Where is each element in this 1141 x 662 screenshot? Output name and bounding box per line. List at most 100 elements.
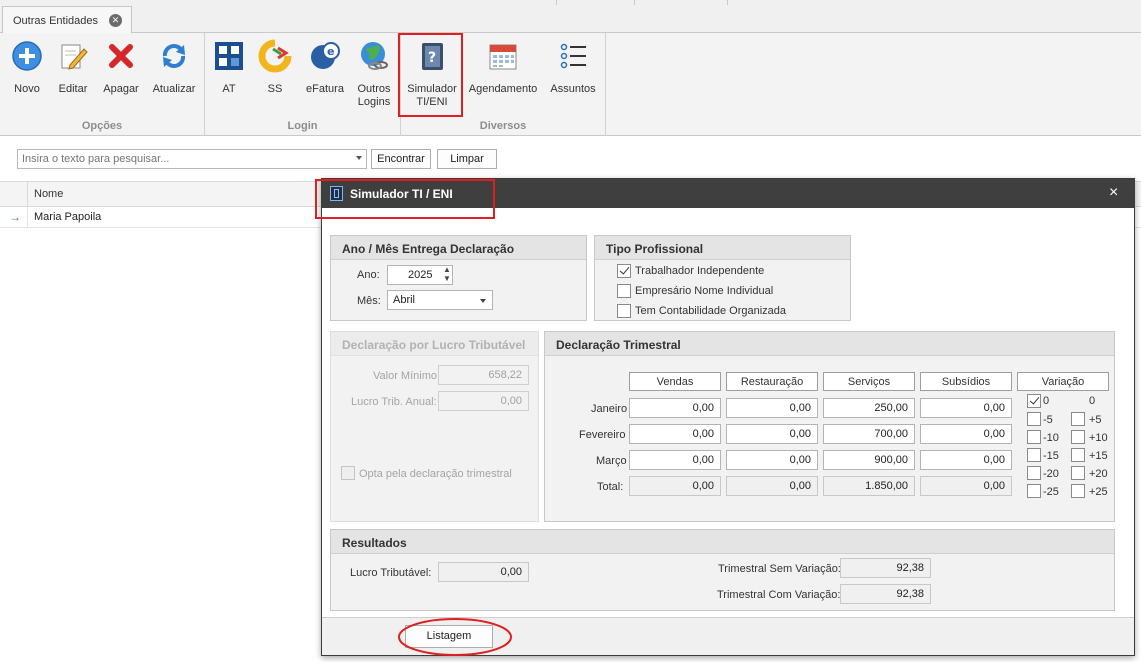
variacao-label: -5 (1043, 414, 1053, 426)
row-label-janeiro: Janeiro (591, 403, 628, 415)
panel-title: Resultados (331, 530, 1114, 554)
panel-title: Declaração Trimestral (545, 332, 1114, 356)
assuntos-button[interactable]: Assuntos (547, 39, 599, 96)
agendamento-button[interactable]: Agendamento (467, 39, 539, 96)
sem-variacao-value: 92,38 (840, 558, 931, 578)
checkbox-variacao-0[interactable] (1027, 394, 1041, 408)
ribbon-group-opcoes: Novo Editar Apagar Atualizar Opções (0, 33, 205, 136)
svg-text:e: e (327, 45, 334, 58)
janeiro-restauracao-input[interactable]: 0,00 (726, 398, 818, 418)
checkbox-variacao-plus20[interactable] (1071, 466, 1085, 480)
option-label: Trabalhador Independente (635, 265, 765, 277)
checkbox-variacao-minus5[interactable] (1027, 412, 1041, 426)
mes-label: Mês: (357, 295, 381, 307)
variacao-label: -10 (1043, 432, 1059, 444)
limpar-button[interactable]: Limpar (437, 149, 497, 169)
com-variacao-label: Trimestral Com Variação: (717, 589, 841, 601)
marco-servicos-input[interactable]: 900,00 (823, 450, 915, 470)
search-box[interactable] (17, 149, 367, 169)
ano-spinner[interactable]: 2025 ▲ ▼ (387, 265, 453, 285)
fevereiro-vendas-input[interactable]: 0,00 (629, 424, 721, 444)
document-tab-strip: Outras Entidades ✕ (0, 0, 1141, 34)
marco-vendas-input[interactable]: 0,00 (629, 450, 721, 470)
column-header-nome[interactable]: Nome (34, 188, 63, 200)
globe-link-icon (357, 39, 391, 73)
checkbox-variacao-minus25[interactable] (1027, 484, 1041, 498)
checkbox-variacao-plus5[interactable] (1071, 412, 1085, 426)
close-tab-icon[interactable]: ✕ (109, 14, 122, 27)
panel-title: Declaração por Lucro Tributável (331, 332, 538, 356)
lucro-tributavel-label: Lucro Tributável: (350, 567, 432, 579)
variacao-label: +20 (1089, 468, 1108, 480)
variacao-header-right: 0 (1089, 395, 1096, 407)
fevereiro-restauracao-input[interactable]: 0,00 (726, 424, 818, 444)
variacao-label: -20 (1043, 468, 1059, 480)
tab-outras-entidades[interactable]: Outras Entidades ✕ (2, 6, 132, 34)
lucro-anual-label: Lucro Trib. Anual: (351, 396, 437, 408)
panel-resultados: Resultados Lucro Tributável: 0,00 Trimes… (330, 529, 1115, 611)
add-icon (10, 39, 44, 73)
chevron-down-icon[interactable] (480, 299, 486, 303)
janeiro-servicos-input[interactable]: 250,00 (823, 398, 915, 418)
checkbox-variacao-plus15[interactable] (1071, 448, 1085, 462)
delete-icon (104, 39, 138, 73)
checkbox-variacao-minus15[interactable] (1027, 448, 1041, 462)
spin-up-icon[interactable]: ▲ (443, 266, 451, 274)
close-icon[interactable]: × (1109, 184, 1118, 202)
outros-logins-button[interactable]: Outros Logins (353, 39, 395, 109)
efatura-button[interactable]: e eFatura (303, 39, 347, 96)
at-logo-icon (212, 39, 246, 73)
checkbox-opta-trimestral[interactable] (341, 466, 355, 480)
ss-logo-icon (258, 39, 292, 73)
editar-button[interactable]: Editar (52, 39, 94, 96)
option-label: Empresário Nome Individual (635, 285, 774, 297)
grid-divider (27, 182, 28, 207)
refresh-icon (157, 39, 191, 73)
ano-value: 2025 (408, 269, 433, 281)
calendar-icon (486, 39, 520, 73)
efatura-logo-icon: e (308, 39, 342, 73)
panel-title: Tipo Profissional (595, 236, 850, 260)
checkbox-variacao-plus10[interactable] (1071, 430, 1085, 444)
atualizar-button[interactable]: Atualizar (148, 39, 200, 96)
encontrar-button[interactable]: Encontrar (371, 149, 431, 169)
marco-subsidios-input[interactable]: 0,00 (920, 450, 1012, 470)
checkbox-contabilidade-organizada[interactable] (617, 304, 631, 318)
highlight-simulador (398, 33, 463, 117)
janeiro-vendas-input[interactable]: 0,00 (629, 398, 721, 418)
at-button[interactable]: AT (211, 39, 247, 96)
row-label-total: Total: (597, 481, 624, 493)
ribbon-group-login: AT SS e eFatura Outros Logins Login (205, 33, 401, 136)
lucro-anual-field: 0,00 (438, 391, 529, 411)
strip-divider (727, 0, 728, 5)
mes-select[interactable]: Abril (387, 290, 493, 310)
checkbox-trabalhador-independente[interactable] (617, 264, 631, 278)
fevereiro-subsidios-input[interactable]: 0,00 (920, 424, 1012, 444)
marco-restauracao-input[interactable]: 0,00 (726, 450, 818, 470)
strip-divider (634, 0, 635, 5)
novo-button[interactable]: Novo (6, 39, 48, 96)
search-input[interactable] (18, 150, 343, 168)
janeiro-subsidios-input[interactable]: 0,00 (920, 398, 1012, 418)
checkbox-variacao-minus20[interactable] (1027, 466, 1041, 480)
variacao-label: +5 (1089, 414, 1102, 426)
row-label-fevereiro: Fevereiro (579, 429, 626, 441)
ss-button[interactable]: SS (257, 39, 293, 96)
checkbox-variacao-minus10[interactable] (1027, 430, 1041, 444)
variacao-label: 0 (1043, 395, 1050, 407)
spin-down-icon[interactable]: ▼ (443, 275, 451, 283)
checkbox-variacao-plus25[interactable] (1071, 484, 1085, 498)
column-header-vendas: Vendas (629, 372, 721, 391)
list-icon (556, 39, 590, 73)
row-indicator-arrow-icon: → (9, 210, 21, 224)
ano-label: Ano: (357, 269, 380, 281)
column-header-subsidios: Subsídios (920, 372, 1012, 391)
chevron-down-icon[interactable] (356, 156, 362, 160)
mes-value: Abril (393, 294, 416, 306)
grid-divider (27, 207, 28, 227)
total-restauracao: 0,00 (726, 476, 818, 496)
apagar-button[interactable]: Apagar (98, 39, 144, 96)
fevereiro-servicos-input[interactable]: 700,00 (823, 424, 915, 444)
panel-entrega: Ano / Mês Entrega Declaração Ano: 2025 ▲… (330, 235, 587, 321)
checkbox-empresario-nome-individual[interactable] (617, 284, 631, 298)
